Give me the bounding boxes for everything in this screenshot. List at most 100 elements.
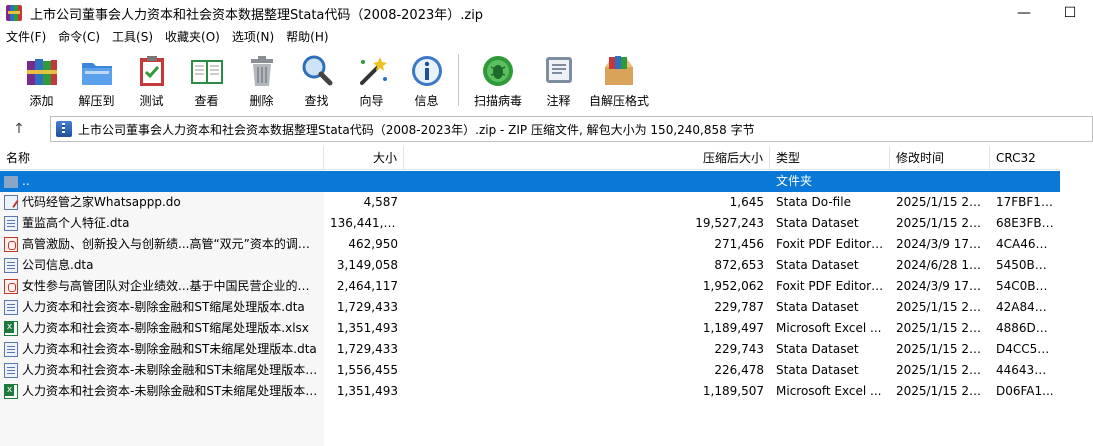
file-modified: 2025/1/15 23... [896,384,989,398]
file-packed-size: 229,743 [714,342,764,356]
toolbar-separator [458,54,459,106]
test-button[interactable]: 测试 [124,48,179,110]
winrar-app-icon [6,5,22,21]
info-label: 信息 [414,94,439,108]
file-size [324,171,404,192]
file-size: 1,556,455 [336,363,398,377]
file-crc: 68E3FBDF [996,216,1058,230]
file-name-text: 女性参与高管团队对企业绩效...基于中国民营企业的实... [22,279,318,293]
file-type: Stata Do-file [776,195,851,209]
parent-folder-row[interactable]: .. 文件夹 [0,171,1060,192]
column-type[interactable]: 类型 [770,146,890,170]
file-row[interactable]: 代码经管之家Whatsappp.do 4,587 1,645 Stata Do-fil… [0,192,1060,213]
file-name-text: 人力资本和社会资本-未剔除金融和ST未缩尾处理版本.... [22,384,318,398]
pdf-file-icon [4,237,18,252]
file-name: 人力资本和社会资本-剔除金融和ST缩尾处理版本.dta [0,297,324,318]
file-crc: 44643C7F [996,363,1058,377]
file-row[interactable]: 公司信息.dta 3,149,058 872,653 Stata Dataset 202… [0,255,1060,276]
file-type: Stata Dataset [776,216,859,230]
file-crc: 5450BBF5 [996,258,1058,272]
file-crc: 4CA46A... [996,237,1055,251]
file-name: 董监高个人特征.dta [0,213,324,234]
comment-label: 注释 [546,94,571,108]
open-book-icon [190,60,223,84]
column-name-label: 名称 [6,151,31,165]
books-add-icon [26,59,57,85]
file-rows: .. 文件夹 代码经管之家Whatsappp.do 4,587 1,645 Stata D… [0,171,1060,402]
file-row[interactable]: 高管激励、创新投入与创新绩...高管“双元”资本的调节... 462,950 271… [0,234,1060,255]
toolbar: 添加 解压到 测试 查看 删除 查找 向导 信息 扫描病毒 注释 自解压格式 [0,48,1093,112]
virus-scan-label: 扫描病毒 [473,94,522,108]
wizard-button[interactable]: 向导 [344,48,399,110]
column-packed[interactable]: 压缩后大小 [404,146,770,170]
view-label: 查看 [194,94,219,108]
find-button[interactable]: 查找 [289,48,344,110]
address-field[interactable]: 上市公司董事会人力资本和社会资本数据整理Stata代码（2008-2023年）.… [50,116,1093,142]
maximize-button[interactable]: ☐ [1047,0,1093,26]
file-type: Stata Dataset [776,258,859,272]
menu-options[interactable]: 选项(N) [226,26,280,48]
virus-scan-button[interactable]: 扫描病毒 [465,48,531,110]
file-name-text: 公司信息.dta [22,258,94,272]
extract-to-label: 解压到 [78,94,115,108]
menu-commands[interactable]: 命令(C) [52,26,106,48]
file-name-text: 人力资本和社会资本-剔除金融和ST未缩尾处理版本.dta [22,342,317,356]
info-button[interactable]: 信息 [399,48,454,110]
file-name: 公司信息.dta [0,255,324,276]
menu-file[interactable]: 文件(F) [0,26,52,48]
delete-label: 删除 [249,94,274,108]
menu-favorites[interactable]: 收藏夹(O) [159,26,226,48]
file-row[interactable]: 人力资本和社会资本-未剔除金融和ST未缩尾处理版本.... 1,351,493 1,… [0,381,1060,402]
file-name: 人力资本和社会资本-剔除金融和ST未缩尾处理版本.dta [0,339,324,360]
file-type: Foxit PDF Editor ... [776,237,887,251]
pdf-file-icon [4,279,18,294]
column-header: 名称 ^ 大小 压缩后大小 类型 修改时间 CRC32 [0,146,1060,170]
delete-button[interactable]: 删除 [234,48,289,110]
file-type: Microsoft Excel ... [776,321,882,335]
file-size: 2,464,117 [336,279,398,293]
file-modified: 2025/1/15 23... [896,363,989,377]
file-row[interactable]: 人力资本和社会资本-未剔除金融和ST未缩尾处理版本.... 1,556,455 22… [0,360,1060,381]
file-row[interactable]: 人力资本和社会资本-剔除金融和ST未缩尾处理版本.dta 1,729,433 229… [0,339,1060,360]
file-row[interactable]: 人力资本和社会资本-剔除金融和ST缩尾处理版本.dta 1,729,433 229,… [0,297,1060,318]
menu-help[interactable]: 帮助(H) [280,26,334,48]
file-packed-size: 19,527,243 [695,216,764,230]
address-bar: ↑ 上市公司董事会人力资本和社会资本数据整理Stata代码（2008-2023年… [0,116,1093,142]
extract-to-button[interactable]: 解压到 [69,48,124,110]
file-row[interactable]: 女性参与高管团队对企业绩效...基于中国民营企业的实... 2,464,117 1,… [0,276,1060,297]
wizard-label: 向导 [359,94,384,108]
file-size: 4,587 [363,195,398,209]
file-type: Stata Dataset [776,363,859,377]
file-size: 1,729,433 [336,300,398,314]
file-type: Stata Dataset [776,342,859,356]
file-name: 人力资本和社会资本-未剔除金融和ST未缩尾处理版本.... [0,381,324,402]
file-name: 代码经管之家Whatsappp.do [0,192,324,213]
column-size[interactable]: 大小 [324,146,404,170]
column-modified[interactable]: 修改时间 [890,146,990,170]
file-packed-size: 1,645 [729,195,764,209]
minimize-button[interactable]: — [1001,0,1047,26]
file-row[interactable]: 人力资本和社会资本-剔除金融和ST缩尾处理版本.xlsx 1,351,493 1,1… [0,318,1060,339]
up-arrow-icon[interactable]: ↑ [0,117,38,141]
sfx-button[interactable]: 自解压格式 [586,48,652,110]
column-crc[interactable]: CRC32 [990,146,1060,170]
sfx-label: 自解压格式 [588,94,649,108]
column-name[interactable]: 名称 ^ [0,146,324,170]
zip-archive-icon [56,121,72,137]
file-modified: 2025/1/15 23... [896,342,989,356]
file-modified: 2024/3/9 17:52 [896,237,989,251]
file-size: 136,441,8... [330,216,403,230]
folder-icon [4,176,18,188]
add-label: 添加 [29,94,54,108]
file-packed-size: 1,952,062 [702,279,764,293]
file-modified [890,171,990,192]
title-bar: 上市公司董事会人力资本和社会资本数据整理Stata代码（2008-2023年）.… [0,0,1093,26]
menu-bar: 文件(F) 命令(C) 工具(S) 收藏夹(O) 选项(N) 帮助(H) [0,26,1093,48]
menu-tools[interactable]: 工具(S) [106,26,159,48]
file-row[interactable]: 董监高个人特征.dta 136,441,8... 19,527,243 Stata D… [0,213,1060,234]
comment-button[interactable]: 注释 [531,48,586,110]
add-button[interactable]: 添加 [14,48,69,110]
file-packed-size [404,171,770,192]
view-button[interactable]: 查看 [179,48,234,110]
address-path: 上市公司董事会人力资本和社会资本数据整理Stata代码（2008-2023年）.… [78,122,755,137]
